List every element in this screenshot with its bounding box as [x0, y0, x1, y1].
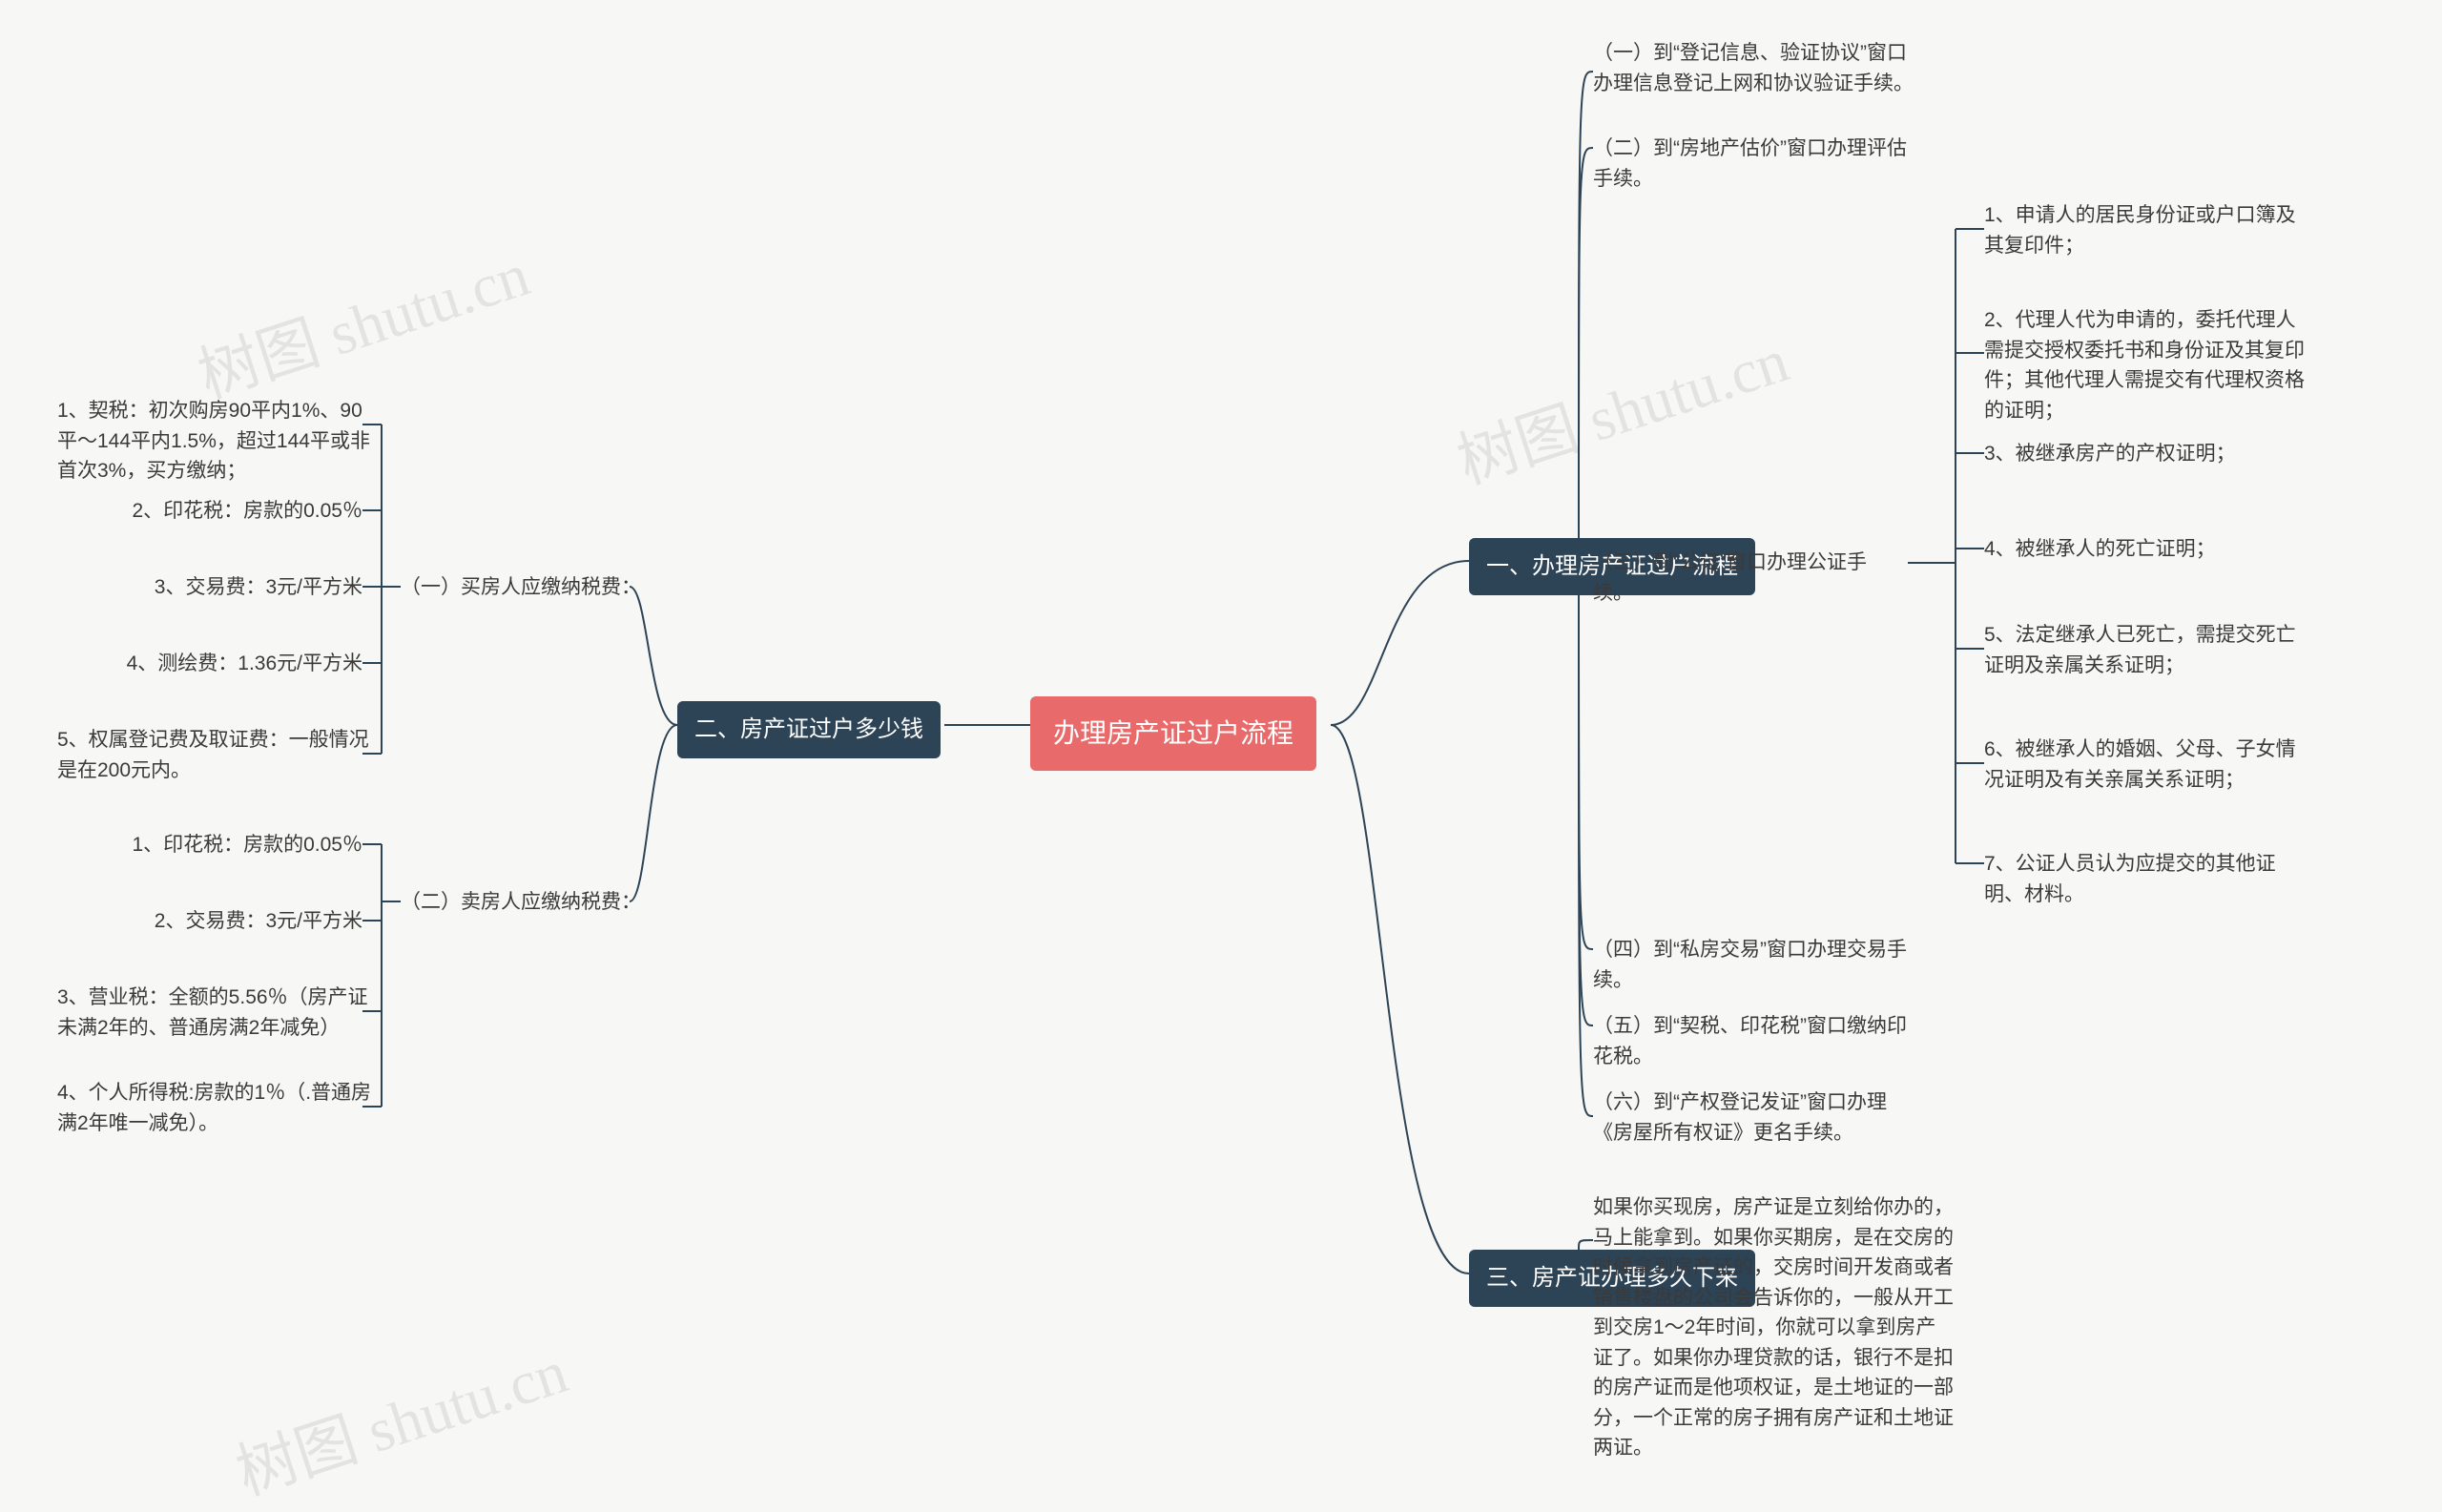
watermark: 树图 shutu.cn: [186, 226, 539, 415]
b1-sub3-1: 1、申请人的居民身份证或户口簿及其复印件；: [1984, 200, 2308, 260]
b2-buyer-2: 2、印花税：房款的0.05％: [57, 496, 362, 527]
b1-sub3-7: 7、公证人员认为应提交的其他证明、材料。: [1984, 849, 2308, 909]
watermark: 树图 shutu.cn: [224, 1323, 577, 1512]
branch-2: 二、房产证过户多少钱: [677, 701, 941, 758]
root-node: 办理房产证过户流程: [1030, 696, 1316, 771]
b2-buyer-1: 1、契税：初次购房90平内1%、90平～144平内1.5%，超过144平或非首次…: [57, 396, 382, 487]
b1-item-1: （一）到“登记信息、验证协议”窗口办理信息登记上网和协议验证手续。: [1593, 38, 1917, 98]
b2-seller-2: 2、交易费：3元/平方米: [57, 906, 362, 937]
b1-sub3-4: 4、被继承人的死亡证明；: [1984, 534, 2216, 565]
b1-item-5: （五）到“契税、印花税”窗口缴纳印花税。: [1593, 1011, 1917, 1071]
b1-item-2: （二）到“房地产估价”窗口办理评估手续。: [1593, 134, 1917, 194]
b1-sub3-2: 2、代理人代为申请的，委托代理人需提交授权委托书和身份证及其复印件；其他代理人需…: [1984, 305, 2308, 425]
b2-seller-3: 3、营业税：全额的5.56％（房产证未满2年的、普通房满2年减免）: [57, 983, 382, 1043]
b1-item-3: （三）到“公证”窗口办理公证手续。: [1593, 548, 1898, 608]
b3-text: 如果你买现房，房产证是立刻给你办的，马上能拿到。如果你买期房，是在交房的时候拿到…: [1593, 1192, 1956, 1463]
watermark: 树图 shutu.cn: [1445, 312, 1798, 501]
b2-seller-title: （二）卖房人应缴纳税费：: [401, 887, 641, 918]
b1-item-6: （六）到“产权登记发证”窗口办理《房屋所有权证》更名手续。: [1593, 1087, 1917, 1148]
b2-buyer-4: 4、测绘费：1.36元/平方米: [57, 649, 362, 679]
b2-seller-4: 4、个人所得税:房款的1％（.普通房满2年唯一减免）。: [57, 1078, 382, 1138]
b2-buyer-5: 5、权属登记费及取证费：一般情况是在200元内。: [57, 725, 382, 785]
b2-buyer-title: （一）买房人应缴纳税费：: [401, 572, 641, 603]
b1-sub3-6: 6、被继承人的婚姻、父母、子女情况证明及有关亲属关系证明；: [1984, 735, 2308, 795]
b1-sub3-3: 3、被继承房产的产权证明；: [1984, 439, 2236, 469]
b2-seller-1: 1、印花税：房款的0.05％: [57, 830, 362, 860]
b2-buyer-3: 3、交易费：3元/平方米: [57, 572, 362, 603]
b1-sub3-5: 5、法定继承人已死亡，需提交死亡证明及亲属关系证明；: [1984, 620, 2308, 680]
b1-item-4: （四）到“私房交易”窗口办理交易手续。: [1593, 935, 1917, 995]
